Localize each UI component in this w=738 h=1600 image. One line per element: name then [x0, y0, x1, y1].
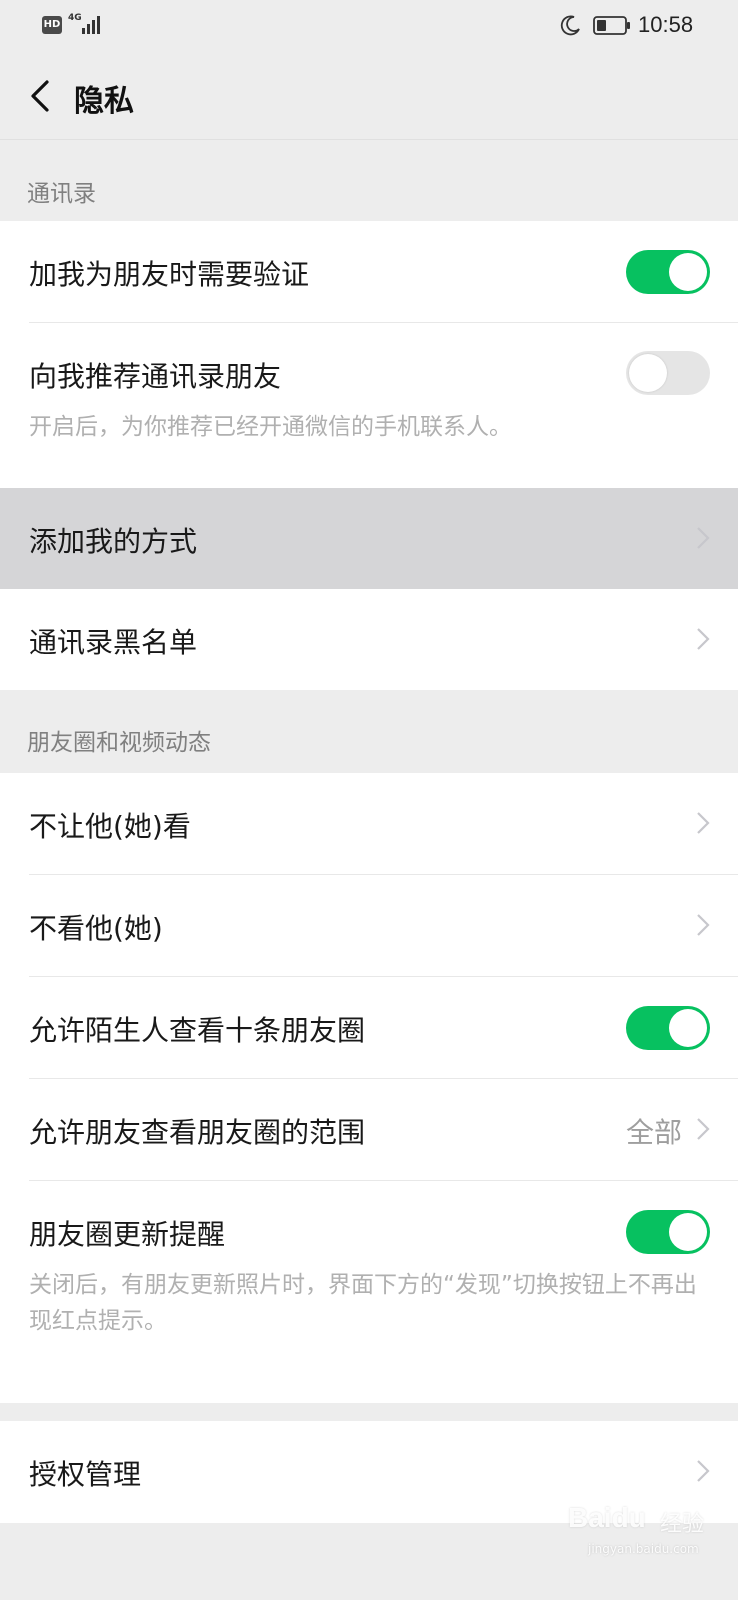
toggle-knob: [669, 1213, 707, 1251]
toggle-knob: [629, 354, 667, 392]
row-label: 授权管理: [29, 1458, 142, 1491]
status-time: 10:58: [638, 12, 694, 37]
chevron-right-icon: [697, 527, 710, 549]
row-label: 允许陌生人查看十条朋友圈: [29, 1014, 366, 1047]
hd-badge: HD: [42, 16, 62, 34]
row-value: 全部: [625, 1116, 682, 1149]
baidu-jingyan-watermark: Baidu 经验 jingyan.baidu.com: [568, 1498, 718, 1558]
row-friend-verification[interactable]: 加我为朋友时需要验证: [0, 221, 738, 323]
chevron-right-icon: [697, 1460, 710, 1482]
chevron-left-icon: [31, 80, 49, 112]
watermark-cn: 经验: [660, 1512, 705, 1537]
friend-verification-toggle[interactable]: [626, 250, 710, 294]
row-label: 通讯录黑名单: [29, 626, 198, 659]
row-moments-update-reminder[interactable]: 朋友圈更新提醒 关闭后，有朋友更新照片时，界面下方的“发现”切换按钮上不再出现红…: [0, 1181, 738, 1403]
moments-update-reminder-toggle[interactable]: [626, 1210, 710, 1254]
toggle-knob: [669, 1009, 707, 1047]
row-label: 朋友圈更新提醒: [29, 1218, 226, 1251]
chevron-right-icon: [697, 812, 710, 834]
row-recommend-contacts[interactable]: 向我推荐通讯录朋友 开启后，为你推荐已经开通微信的手机联系人。: [0, 323, 738, 488]
watermark-logo: Baidu: [568, 1502, 646, 1533]
strangers-ten-posts-toggle[interactable]: [626, 1006, 710, 1050]
back-button[interactable]: [18, 70, 62, 122]
row-description: 关闭后，有朋友更新照片时，界面下方的“发现”切换按钮上不再出现红点提示。: [29, 1272, 697, 1334]
row-moments-visible-range[interactable]: 允许朋友查看朋友圈的范围 全部: [0, 1079, 738, 1181]
toggle-knob: [669, 253, 707, 291]
row-label: 允许朋友查看朋友圈的范围: [29, 1116, 366, 1149]
chevron-right-icon: [697, 1118, 710, 1140]
section-header-contacts: 通讯录: [0, 141, 738, 221]
row-hide-from[interactable]: 不让他(她)看: [0, 773, 738, 875]
row-description: 开启后，为你推荐已经开通微信的手机联系人。: [29, 414, 512, 440]
row-label: 不看他(她): [29, 912, 163, 945]
watermark-url: jingyan.baidu.com: [588, 1542, 699, 1556]
battery-icon: [593, 16, 630, 35]
row-label: 不让他(她)看: [29, 810, 191, 843]
row-strangers-ten-posts[interactable]: 允许陌生人查看十条朋友圈: [0, 977, 738, 1079]
row-label: 加我为朋友时需要验证: [29, 258, 310, 291]
recommend-contacts-toggle[interactable]: [626, 351, 710, 395]
row-label: 添加我的方式: [29, 525, 198, 558]
row-contacts-blacklist[interactable]: 通讯录黑名单: [0, 589, 738, 690]
section-header-moments: 朋友圈和视频动态: [0, 690, 738, 773]
row-hide-their-moments[interactable]: 不看他(她): [0, 875, 738, 977]
navigation-bar: 隐私: [0, 52, 738, 140]
row-label: 向我推荐通讯录朋友: [29, 360, 282, 393]
chevron-right-icon: [697, 628, 710, 650]
signal-icon: [82, 16, 100, 34]
page-title: 隐私: [74, 84, 134, 119]
do-not-disturb-moon-icon: [560, 15, 580, 36]
status-bar: HD 4G 10:58: [0, 0, 738, 52]
row-add-me-methods[interactable]: 添加我的方式: [0, 488, 738, 589]
chevron-right-icon: [697, 914, 710, 936]
